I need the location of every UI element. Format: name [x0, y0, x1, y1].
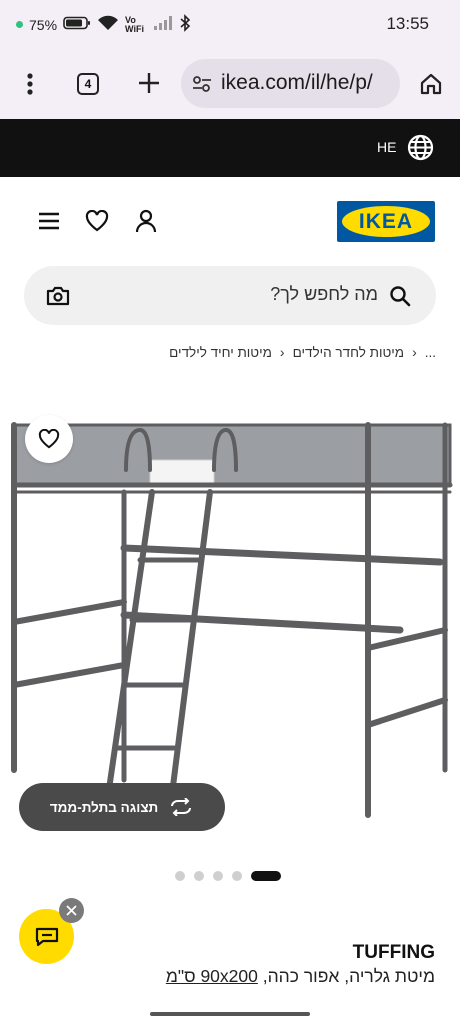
- carousel-dot[interactable]: [175, 871, 185, 881]
- heart-icon: [38, 429, 60, 449]
- product-desc-prefix: מיטת גלריה, אפור כהה,: [257, 966, 435, 986]
- wifi-icon: [97, 15, 119, 34]
- chevron-left-icon: ›: [279, 344, 285, 360]
- chevron-left-icon: ›: [412, 344, 417, 360]
- favorites-heart-icon[interactable]: [84, 208, 110, 234]
- globe-icon[interactable]: [407, 134, 434, 166]
- account-icon[interactable]: [133, 208, 159, 234]
- breadcrumb-item-ellipsis[interactable]: ...: [425, 345, 436, 360]
- product-name: TUFFING: [352, 942, 435, 963]
- close-icon: [66, 905, 77, 916]
- view-3d-label: תצוגה בתלת-ממד: [49, 799, 159, 815]
- rotate-3d-icon: [171, 798, 192, 816]
- logo-text: IKEA: [358, 210, 414, 233]
- notification-dot: [16, 21, 23, 28]
- address-bar[interactable]: ikea.com/il/he/p/: [181, 59, 400, 108]
- ikea-logo[interactable]: IKEA: [337, 201, 435, 242]
- page: 75% Vo WiFi 13:55 4 ikea.com/il/he/p/ HE…: [0, 0, 460, 1024]
- product-size-link[interactable]: 90x200: [200, 966, 257, 986]
- hamburger-menu-icon[interactable]: [36, 209, 62, 233]
- language-bar: HE: [0, 119, 460, 177]
- product-size-unit[interactable]: ס"מ: [166, 966, 201, 986]
- camera-search-icon[interactable]: [45, 284, 71, 308]
- clock: 13:55: [386, 14, 429, 33]
- battery-icon: [63, 16, 91, 33]
- breadcrumb: ... › מיטות לחדר הילדים › מיטות יחיד ליל…: [169, 342, 436, 362]
- battery-percent: 75%: [29, 16, 58, 33]
- breadcrumb-item-kids-single-beds[interactable]: מיטות יחיד לילדים: [169, 345, 272, 360]
- more-menu-icon[interactable]: [18, 70, 42, 98]
- bluetooth-icon: [179, 14, 191, 35]
- search-icon[interactable]: [388, 284, 412, 308]
- carousel-dots: [175, 871, 281, 881]
- status-bar: 75% Vo WiFi 13:55: [0, 0, 460, 48]
- language-label[interactable]: HE: [377, 139, 396, 155]
- new-tab-icon[interactable]: [136, 70, 162, 96]
- view-3d-button[interactable]: תצוגה בתלת-ממד: [19, 783, 225, 831]
- browser-toolbar: 4 ikea.com/il/he/p/: [0, 48, 460, 119]
- carousel-dot-active[interactable]: [251, 871, 281, 881]
- url-text: ikea.com/il/he/p/: [221, 71, 373, 94]
- search-bar[interactable]: מה לחפש לך?: [24, 266, 436, 325]
- add-to-favorites-button[interactable]: [25, 415, 73, 463]
- site-settings-icon[interactable]: [192, 74, 212, 94]
- gesture-home-bar[interactable]: [150, 1012, 310, 1016]
- carousel-dot[interactable]: [213, 871, 223, 881]
- chat-icon: [35, 927, 58, 946]
- product-description: מיטת גלריה, אפור כהה, 90x200 ס"מ: [166, 966, 435, 987]
- close-chat-button[interactable]: [59, 898, 84, 923]
- tab-count: 4: [77, 73, 99, 95]
- breadcrumb-item-kids-room-beds[interactable]: מיטות לחדר הילדים: [293, 345, 404, 360]
- signal-icon: [153, 15, 173, 34]
- carousel-dot[interactable]: [232, 871, 242, 881]
- status-left: 75% Vo WiFi: [16, 14, 191, 35]
- home-icon[interactable]: [418, 71, 444, 97]
- search-placeholder: מה לחפש לך?: [270, 284, 378, 304]
- vowifi-label: Vo WiFi: [125, 14, 144, 34]
- carousel-dot[interactable]: [194, 871, 204, 881]
- tab-switcher-button[interactable]: 4: [76, 72, 100, 96]
